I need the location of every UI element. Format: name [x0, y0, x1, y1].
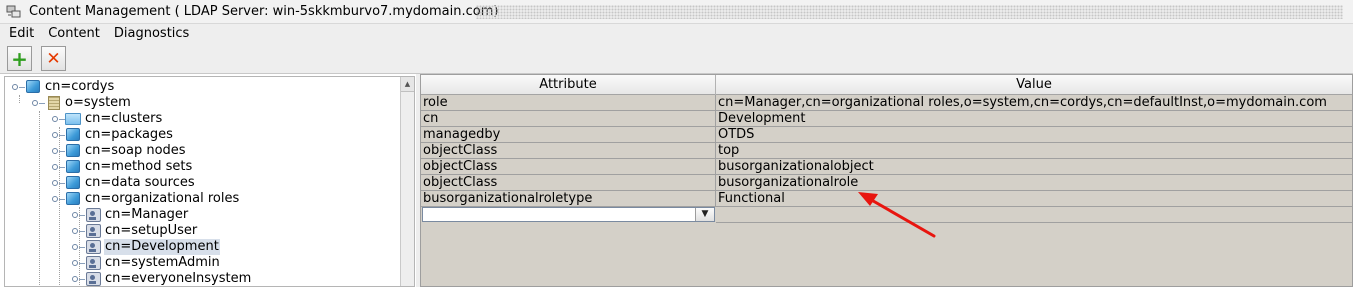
- column-header-value[interactable]: Value: [716, 75, 1352, 95]
- table-row[interactable]: managedby OTDS: [421, 127, 1352, 143]
- window-title: Content Management ( LDAP Server: win-5s…: [29, 4, 499, 19]
- tree-node-label: cn=setupUser: [105, 223, 198, 238]
- tree-node-label: o=system: [65, 95, 131, 110]
- folder-icon: [65, 113, 81, 125]
- tree-node[interactable]: cn=data sources: [5, 175, 405, 191]
- value-cell[interactable]: OTDS: [716, 127, 1352, 143]
- tree-node[interactable]: cn=setupUser: [5, 223, 405, 239]
- tree-node[interactable]: cn=method sets: [5, 159, 405, 175]
- expand-handle[interactable]: [32, 100, 45, 106]
- new-value-cell[interactable]: [716, 207, 1352, 223]
- toolbar: + ✕: [0, 44, 1353, 74]
- tree-node-label: cn=everyoneInsystem: [105, 271, 252, 286]
- role-icon: [86, 224, 101, 238]
- cube-icon: [66, 176, 80, 189]
- tree-node[interactable]: cn=everyoneInsystem: [5, 271, 405, 286]
- expand-handle[interactable]: [72, 212, 85, 218]
- role-icon: [86, 272, 101, 286]
- expand-handle[interactable]: [12, 84, 25, 90]
- cube-icon: [66, 160, 80, 173]
- tree-node-label: cn=method sets: [85, 159, 193, 174]
- value-cell[interactable]: cn=Manager,cn=organizational roles,o=sys…: [716, 95, 1352, 111]
- attribute-table[interactable]: Attribute Value role cn=Manager,cn=organ…: [420, 74, 1353, 287]
- expand-handle[interactable]: [72, 260, 85, 266]
- expand-handle[interactable]: [52, 180, 65, 186]
- scroll-up-arrow-icon[interactable]: ▲: [401, 77, 414, 92]
- attribute-dropdown[interactable]: ▼: [422, 207, 715, 222]
- role-icon: [86, 208, 101, 222]
- add-button[interactable]: +: [7, 46, 32, 71]
- tree-node-label: cn=systemAdmin: [105, 255, 220, 270]
- tree-node[interactable]: cn=clusters: [5, 111, 405, 127]
- expand-handle[interactable]: [52, 132, 65, 138]
- table-row[interactable]: objectClass busorganizationalobject: [421, 159, 1352, 175]
- tree-node-label: cn=Development: [104, 239, 220, 255]
- attribute-cell[interactable]: cn: [421, 111, 716, 127]
- tree-node-label: cn=organizational roles: [85, 191, 240, 206]
- expand-handle[interactable]: [52, 196, 65, 202]
- expand-handle[interactable]: [72, 276, 85, 282]
- menu-edit[interactable]: Edit: [0, 24, 41, 44]
- title-bar-grip[interactable]: [476, 5, 1343, 19]
- expand-handle[interactable]: [52, 148, 65, 154]
- expand-handle[interactable]: [52, 116, 65, 122]
- role-icon: [86, 256, 101, 270]
- tree-node-label: cn=cordys: [45, 79, 115, 94]
- menu-diagnostics[interactable]: Diagnostics: [107, 24, 196, 44]
- tree-node[interactable]: cn=cordys: [5, 79, 405, 95]
- annotation-arrow-icon: [858, 192, 936, 238]
- table-row[interactable]: cn Development: [421, 111, 1352, 127]
- cube-icon: [66, 144, 80, 157]
- tree-node[interactable]: cn=soap nodes: [5, 143, 405, 159]
- tree-node-label: cn=data sources: [85, 175, 195, 190]
- tree-node[interactable]: cn=Manager: [5, 207, 405, 223]
- attribute-cell[interactable]: role: [421, 95, 716, 111]
- attribute-cell[interactable]: objectClass: [421, 143, 716, 159]
- expand-handle[interactable]: [52, 164, 65, 170]
- attribute-cell[interactable]: objectClass: [421, 175, 716, 191]
- table-row[interactable]: role cn=Manager,cn=organizational roles,…: [421, 95, 1352, 111]
- cube-icon: [26, 80, 40, 93]
- delete-icon: ✕: [46, 48, 61, 69]
- expand-handle[interactable]: [72, 228, 85, 234]
- cube-icon: [66, 128, 80, 141]
- value-cell[interactable]: Development: [716, 111, 1352, 127]
- attribute-cell[interactable]: objectClass: [421, 159, 716, 175]
- delete-button[interactable]: ✕: [41, 46, 66, 71]
- dropdown-arrow-icon[interactable]: ▼: [695, 208, 714, 221]
- value-cell[interactable]: busorganizationalrole: [716, 175, 1352, 191]
- tree-node[interactable]: cn=organizational roles: [5, 191, 405, 207]
- menu-content[interactable]: Content: [41, 24, 107, 44]
- attribute-cell[interactable]: busorganizationalroletype: [421, 191, 716, 207]
- expand-handle[interactable]: [72, 244, 85, 250]
- role-icon: [86, 240, 101, 254]
- column-header-attribute[interactable]: Attribute: [421, 75, 716, 95]
- tree-node-label: cn=clusters: [85, 111, 163, 126]
- tree-node[interactable]: o=system: [5, 95, 405, 111]
- tree-node-selected[interactable]: cn=Development: [5, 239, 405, 255]
- value-cell[interactable]: top: [716, 143, 1352, 159]
- tree-node-label: cn=soap nodes: [85, 143, 186, 158]
- tree-node-label: cn=Manager: [105, 207, 189, 222]
- value-cell[interactable]: Functional: [716, 191, 1352, 207]
- tree-node[interactable]: cn=packages: [5, 127, 405, 143]
- plus-icon: +: [11, 46, 28, 71]
- tree-node-label: cn=packages: [85, 127, 173, 142]
- ldap-tree[interactable]: cn=cordys o=system cn=clusters cn=packag…: [4, 76, 415, 287]
- attribute-cell[interactable]: managedby: [421, 127, 716, 143]
- title-bar: Content Management ( LDAP Server: win-5s…: [0, 0, 1353, 24]
- table-row[interactable]: objectClass top: [421, 143, 1352, 159]
- tree-scrollbar[interactable]: ▲: [400, 77, 414, 286]
- table-header: Attribute Value: [421, 75, 1352, 95]
- cube-icon: [66, 192, 80, 205]
- tree-node[interactable]: cn=systemAdmin: [5, 255, 405, 271]
- value-cell[interactable]: busorganizationalobject: [716, 159, 1352, 175]
- building-icon: [48, 96, 60, 110]
- app-icon: [6, 5, 22, 19]
- menu-bar: Edit Content Diagnostics: [0, 24, 1353, 44]
